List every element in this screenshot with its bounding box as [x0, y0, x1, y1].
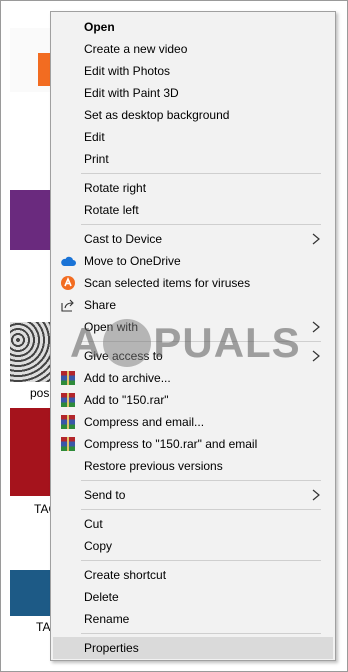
menu-separator [81, 509, 321, 510]
winrar-icon [60, 370, 76, 386]
menu-item-share[interactable]: Share [51, 294, 335, 316]
menu-separator [81, 560, 321, 561]
menu-item-open-with[interactable]: Open with [51, 316, 335, 338]
menu-item-label: Rename [84, 612, 130, 626]
menu-item-properties[interactable]: Properties [53, 637, 333, 659]
menu-item-label: Copy [84, 539, 113, 553]
context-menu: Open Create a new video Edit with Photos… [50, 11, 336, 661]
menu-item-cut[interactable]: Cut [51, 513, 335, 535]
menu-item-compress-and-email[interactable]: Compress and email... [51, 411, 335, 433]
chevron-right-icon [312, 321, 320, 333]
winrar-icon [60, 414, 76, 430]
menu-separator [81, 633, 321, 634]
menu-item-label: Restore previous versions [84, 459, 223, 473]
chevron-right-icon [312, 350, 320, 362]
menu-item-label: Compress to "150.rar" and email [84, 437, 258, 451]
menu-item-set-desktop-background[interactable]: Set as desktop background [51, 104, 335, 126]
menu-item-label: Compress and email... [84, 415, 205, 429]
menu-item-delete[interactable]: Delete [51, 586, 335, 608]
menu-item-cast-to-device[interactable]: Cast to Device [51, 228, 335, 250]
menu-item-edit[interactable]: Edit [51, 126, 335, 148]
menu-item-label: Open with [84, 320, 139, 334]
menu-item-label: Edit with Photos [84, 64, 171, 78]
menu-item-label: Rotate left [84, 203, 139, 217]
menu-separator [81, 480, 321, 481]
thumbnail-blue[interactable] [10, 570, 50, 616]
menu-separator [81, 224, 321, 225]
menu-item-edit-with-paint-3d[interactable]: Edit with Paint 3D [51, 82, 335, 104]
menu-item-label: Properties [84, 641, 139, 655]
menu-item-label: Create shortcut [84, 568, 167, 582]
menu-item-label: Add to archive... [84, 371, 171, 385]
menu-item-label: Send to [84, 488, 126, 502]
menu-item-label: Rotate right [84, 181, 147, 195]
thumbnail-label: TA [36, 620, 51, 634]
share-icon [60, 297, 76, 313]
menu-item-label: Add to "150.rar" [84, 393, 169, 407]
thumbnail-label: pos [30, 386, 50, 400]
menu-item-label: Print [84, 152, 109, 166]
menu-item-rotate-right[interactable]: Rotate right [51, 177, 335, 199]
menu-separator [81, 341, 321, 342]
menu-item-label: Open [84, 20, 115, 34]
winrar-icon [60, 392, 76, 408]
explorer-background: pos TAC TA [0, 0, 57, 672]
menu-item-compress-to-150-rar-and-email[interactable]: Compress to "150.rar" and email [51, 433, 335, 455]
menu-item-label: Cut [84, 517, 103, 531]
menu-item-send-to[interactable]: Send to [51, 484, 335, 506]
menu-item-add-to-150-rar[interactable]: Add to "150.rar" [51, 389, 335, 411]
menu-item-label: Cast to Device [84, 232, 163, 246]
menu-item-rotate-left[interactable]: Rotate left [51, 199, 335, 221]
menu-item-print[interactable]: Print [51, 148, 335, 170]
menu-item-scan-for-viruses[interactable]: Scan selected items for viruses [51, 272, 335, 294]
menu-item-label: Give access to [84, 349, 163, 363]
menu-item-copy[interactable]: Copy [51, 535, 335, 557]
chevron-right-icon [312, 233, 320, 245]
menu-item-label: Scan selected items for viruses [84, 276, 251, 290]
menu-item-create-shortcut[interactable]: Create shortcut [51, 564, 335, 586]
menu-separator [81, 173, 321, 174]
menu-item-label: Share [84, 298, 117, 312]
menu-item-label: Move to OneDrive [84, 254, 181, 268]
menu-item-label: Edit with Paint 3D [84, 86, 179, 100]
menu-item-add-to-archive[interactable]: Add to archive... [51, 367, 335, 389]
onedrive-cloud-icon [60, 253, 76, 269]
menu-item-label: Set as desktop background [84, 108, 230, 122]
menu-item-label: Edit [84, 130, 105, 144]
menu-item-label: Delete [84, 590, 119, 604]
menu-item-create-video[interactable]: Create a new video [51, 38, 335, 60]
thumbnail-purple[interactable] [10, 190, 50, 250]
thumbnail-pattern[interactable] [10, 322, 50, 382]
avast-icon [60, 275, 76, 291]
thumbnail-red[interactable] [10, 408, 50, 496]
thumbnail-orange[interactable] [10, 28, 52, 92]
menu-item-rename[interactable]: Rename [51, 608, 335, 630]
menu-item-edit-with-photos[interactable]: Edit with Photos [51, 60, 335, 82]
menu-item-open[interactable]: Open [51, 16, 335, 38]
winrar-icon [60, 436, 76, 452]
menu-item-restore-previous-versions[interactable]: Restore previous versions [51, 455, 335, 477]
menu-item-give-access-to[interactable]: Give access to [51, 345, 335, 367]
menu-item-move-to-onedrive[interactable]: Move to OneDrive [51, 250, 335, 272]
menu-item-label: Create a new video [84, 42, 188, 56]
chevron-right-icon [312, 489, 320, 501]
